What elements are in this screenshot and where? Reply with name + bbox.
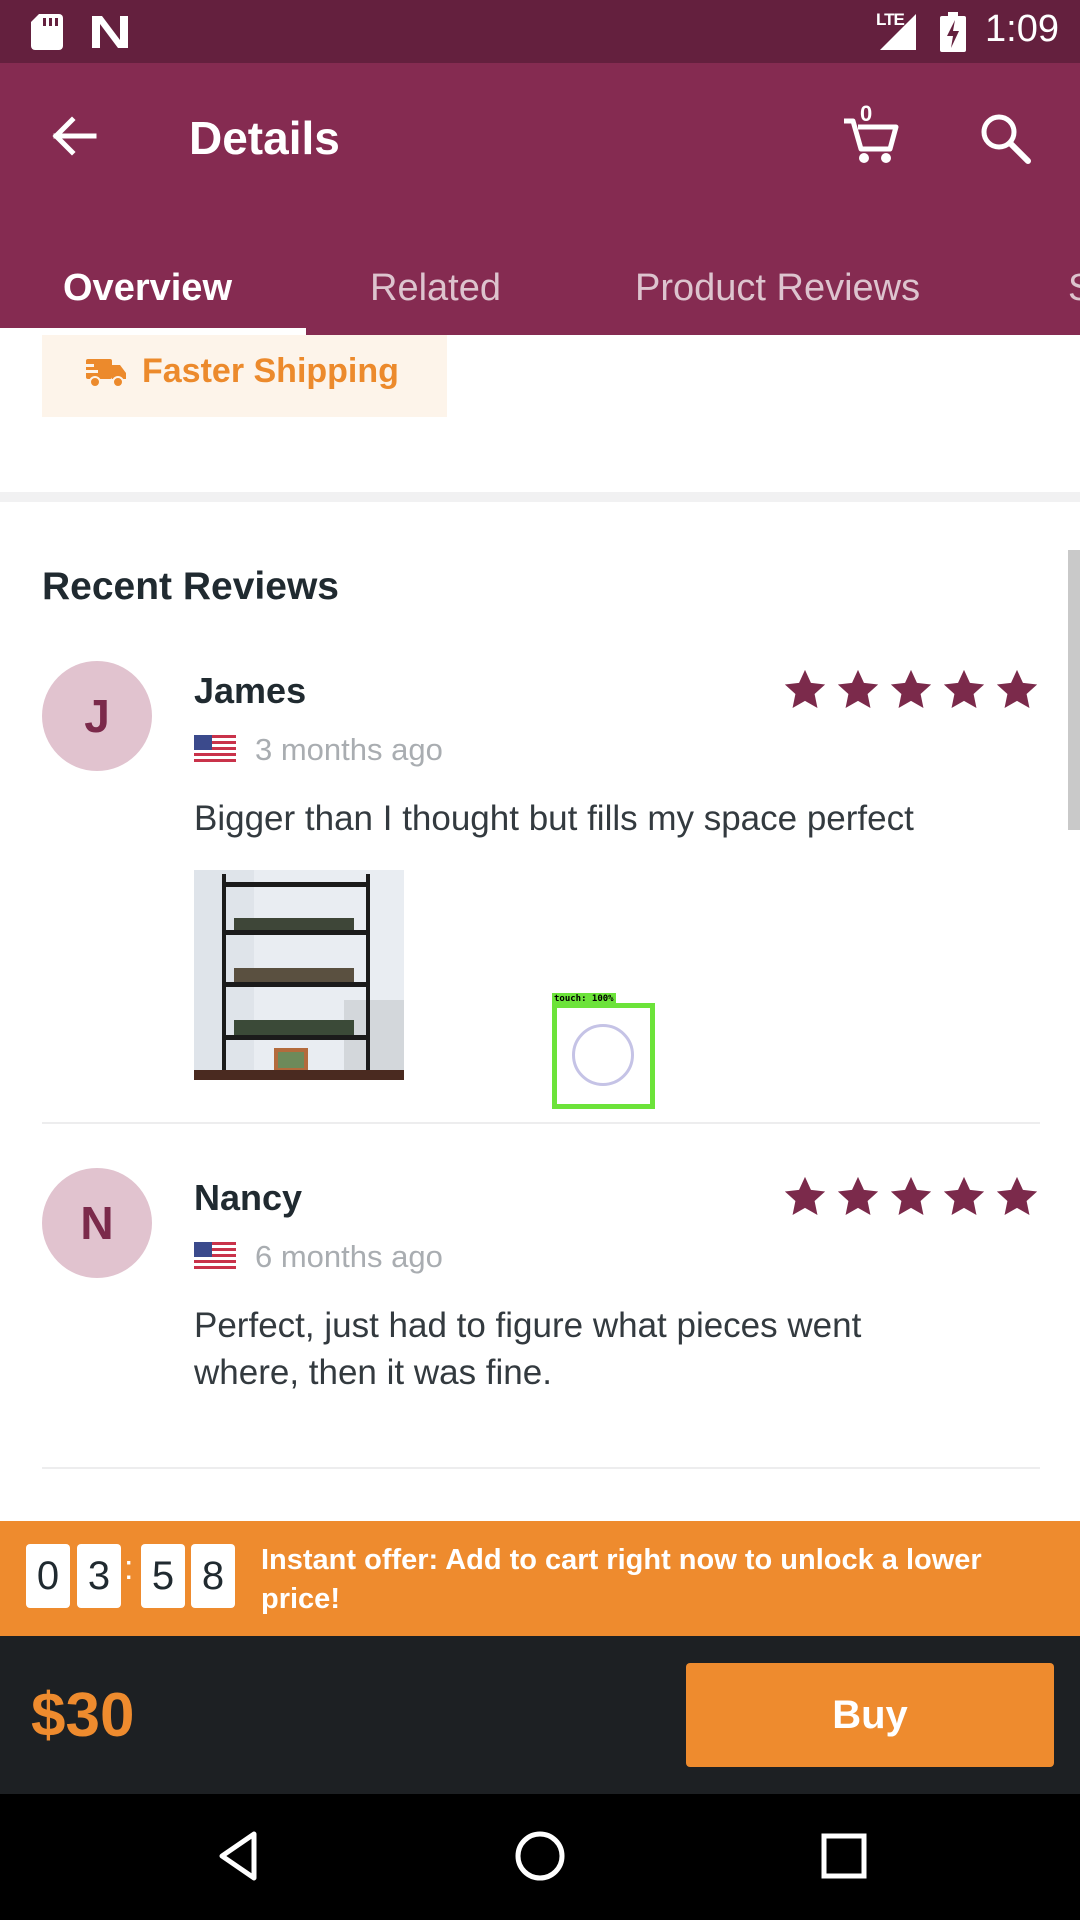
status-clock: 1:09 [985,8,1059,50]
tab-related[interactable]: Related [370,248,501,335]
tab-active-indicator [0,328,306,335]
star-icon [943,669,985,709]
tab-overview[interactable]: Overview [63,248,232,335]
battery-charging-icon [940,12,966,52]
page-title: Details [189,112,340,164]
instant-offer-banner[interactable]: 0 3 : 5 8 Instant offer: Add to cart rig… [0,1521,1080,1636]
price-label: $30 [31,1681,135,1750]
avatar: J [42,661,152,771]
touch-ripple-circle [572,1024,634,1086]
signal-icon [880,14,916,50]
reviewer-name: Nancy [194,1177,303,1218]
review-divider [42,1467,1040,1469]
us-flag-icon [194,735,236,765]
status-bar: LTE 1:09 [0,0,1080,63]
screen: LTE 1:09 Details 0 Overview Related Prod… [0,0,1080,1920]
nav-back-icon[interactable] [210,1826,270,1886]
avatar: N [42,1168,152,1278]
reviewer-name: James [194,670,307,711]
search-icon[interactable] [978,111,1032,165]
n-notification-icon [92,16,128,48]
star-icon [837,669,879,709]
section-divider [0,492,1080,502]
star-rating [782,1174,1040,1222]
tab-product-reviews[interactable]: Product Reviews [635,248,920,335]
system-nav-bar [0,1794,1080,1920]
star-icon [996,1176,1038,1216]
nav-recents-icon[interactable] [814,1826,874,1886]
timer-digit: 5 [141,1544,185,1608]
star-icon [890,669,932,709]
review-text: Perfect, just had to figure what pieces … [194,1306,862,1392]
sd-card-icon [31,14,63,50]
timer-digit: 8 [191,1544,235,1608]
tab-bar: Overview Related Product Reviews S [0,248,1080,335]
purchase-bar: $30 Buy [0,1636,1080,1794]
scrollbar[interactable] [1068,550,1080,830]
timer-separator: : [124,1549,134,1587]
truck-icon [84,359,126,388]
back-arrow-icon[interactable] [48,111,98,161]
timer-digit: 0 [26,1544,70,1608]
us-flag-icon [194,1242,236,1272]
cart-count-badge: 0 [860,101,873,126]
star-icon [784,669,826,709]
buy-button[interactable]: Buy [686,1663,1054,1767]
star-rating [782,667,1040,715]
review-divider [42,1122,1040,1124]
tab-partial[interactable]: S [1068,248,1080,335]
star-icon [996,669,1038,709]
star-icon [890,1176,932,1216]
recent-reviews-title: Recent Reviews [42,565,339,608]
review-date: 3 months ago [255,732,443,767]
faster-shipping-label: Faster Shipping [142,352,399,390]
offer-text: Instant offer: Add to cart right now to … [261,1544,982,1615]
review-text: Bigger than I thought but fills my space… [194,799,914,838]
timer-digit: 3 [77,1544,121,1608]
star-icon [837,1176,879,1216]
review-photo[interactable] [194,870,404,1080]
star-icon [943,1176,985,1216]
star-icon [784,1176,826,1216]
app-bar: Details 0 Overview Related Product Revie… [0,63,1080,335]
nav-home-icon[interactable] [510,1826,570,1886]
review-date: 6 months ago [255,1239,443,1274]
faster-shipping-badge: Faster Shipping [42,335,447,417]
